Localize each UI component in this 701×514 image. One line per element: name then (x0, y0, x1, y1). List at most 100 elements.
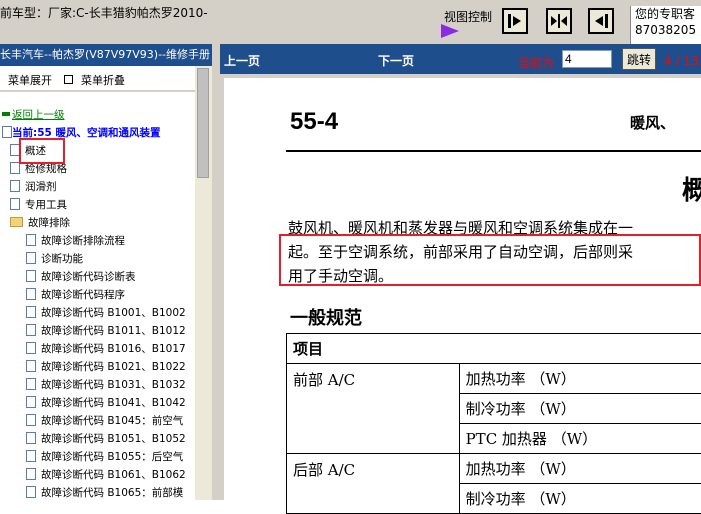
tree-item-label: 故障诊断代码 B1021、B1022 (41, 361, 186, 373)
tree-item[interactable]: 故障诊断代码 B1001、B1002 (26, 304, 186, 322)
current-page-label: 当前为 (518, 54, 554, 71)
tree-item-label: 故障排除 (28, 217, 70, 229)
tree-item[interactable]: 故障诊断代码 B1041、B1042 (26, 394, 186, 412)
tree-item-label: 诊断功能 (41, 253, 83, 265)
document-icon (26, 306, 36, 318)
tree-item-label: 检修规格 (25, 163, 67, 175)
document-icon (10, 180, 20, 192)
collapse-icon (64, 75, 73, 84)
tree-item[interactable]: 故障诊断代码 B1051、B1052 (26, 430, 186, 448)
document-icon (26, 288, 36, 300)
view-control-label: 视图控制 (444, 8, 492, 25)
tree-item[interactable]: 诊断功能 (26, 250, 83, 268)
split-arrows-icon (550, 13, 568, 29)
document-icon (26, 270, 36, 282)
page-count: 4 / 133 (664, 54, 701, 68)
document-icon (26, 324, 36, 336)
sidebar: 菜单展开 菜单折叠 返回上一级 当前:55 暖风、空调和通风装置 概述检修规格润… (0, 66, 195, 500)
document-icon (26, 432, 36, 444)
tree-item[interactable]: 专用工具 (10, 196, 67, 214)
page-number: 55-4 (290, 108, 338, 136)
spec-section-title: 一般规范 (290, 304, 362, 330)
document-page: 55-4 暖风、 概 鼓风机、暖风机和蒸发器与暖风和空调系统集成在一 起。至于空… (224, 78, 701, 508)
section-heading: 概 (682, 170, 701, 207)
table-cell: PTC 加热器 （W） (459, 424, 701, 454)
table-row: 后部 A/C 加热功率 （W） (287, 454, 701, 484)
tree-item[interactable]: 故障诊断代码 B1016、B1017 (26, 340, 186, 358)
tree-item[interactable]: 故障诊断代码 B1045：前空气 (26, 412, 183, 430)
document-icon (26, 414, 36, 426)
table-header-row: 项目 (287, 334, 701, 364)
menu-collapse-button[interactable]: 菜单折叠 (64, 72, 125, 88)
tree-item-label: 润滑剂 (25, 181, 57, 193)
tree-item[interactable]: 故障排除 (10, 214, 70, 232)
tree-item-label: 故障诊断代码诊断表 (41, 271, 136, 283)
contact-info: 您的专职客 87038205 (630, 6, 701, 44)
spec-table: 项目 前部 A/C 加热功率 （W） 制冷功率 （W） PTC 加热器 （W） … (286, 333, 701, 514)
tree-item-label: 故障诊断代码 B1031、B1032 (41, 379, 186, 391)
split-view-button[interactable] (546, 8, 572, 34)
tree-item[interactable]: 故障诊断代码 B1021、B1022 (26, 358, 186, 376)
panel-right-arrow-icon (507, 13, 523, 29)
document-icon (26, 342, 36, 354)
tree-item-label: 故障诊断代码 B1065：前部模 (41, 487, 183, 499)
header-rule (286, 150, 701, 152)
sidebar-header: 长丰汽车--帕杰罗(V87V97V93)--维修手册 (0, 44, 212, 66)
table-cell: 加热功率 （W） (459, 454, 701, 484)
document-icon (10, 198, 20, 210)
document-icon (26, 468, 36, 480)
contact-phone: 87038205 (635, 22, 701, 38)
document-icon (26, 396, 36, 408)
hide-sidebar-button[interactable] (588, 8, 614, 34)
tree-item-label: 故障诊断代码 B1045：前空气 (41, 415, 183, 427)
scrollbar-thumb[interactable] (197, 68, 209, 178)
document-icon (26, 486, 36, 498)
back-arrow-icon (2, 112, 10, 116)
menu-expand-button[interactable]: 菜单展开 (8, 72, 52, 88)
tree-item[interactable]: 故障诊断代码 B1061、B1062 (26, 466, 186, 484)
tree-item-label: 故障诊断排除流程 (41, 235, 125, 247)
jump-button[interactable]: 跳转 (622, 48, 656, 70)
tree-item[interactable]: 故障诊断代码诊断表 (26, 268, 136, 286)
tree-item[interactable]: 故障诊断排除流程 (26, 232, 125, 250)
tree-item-label: 故障诊断代码 B1041、B1042 (41, 397, 186, 409)
document-icon (26, 252, 36, 264)
document-icon (26, 360, 36, 372)
document-icon (26, 450, 36, 462)
sidebar-scrollbar[interactable] (195, 66, 212, 500)
chapter-title: 暖风、 (630, 112, 675, 133)
show-sidebar-button[interactable] (502, 8, 528, 34)
document-viewer: 55-4 暖风、 概 鼓风机、暖风机和蒸发器与暖风和空调系统集成在一 起。至于空… (220, 74, 701, 500)
tree-item-label: 故障诊断代码程序 (41, 289, 125, 301)
tree-item-label: 故障诊断代码 B1016、B1017 (41, 343, 186, 355)
next-page-link[interactable]: 下一页 (378, 52, 414, 69)
pane-splitter[interactable] (212, 44, 220, 500)
document-icon (2, 126, 12, 138)
vehicle-model-title: 前车型：厂家:C-长丰猎豹帕杰罗2010- (0, 4, 208, 21)
tree-item[interactable]: 故障诊断代码 B1031、B1032 (26, 376, 186, 394)
table-header-cell: 项目 (287, 334, 701, 364)
tree-item-label: 专用工具 (25, 199, 67, 211)
top-toolbar: 前车型：厂家:C-长丰猎豹帕杰罗2010- 视图控制 您的专职客 8703820… (0, 0, 701, 44)
tree-item[interactable]: 润滑剂 (10, 178, 57, 196)
tree-item[interactable]: 故障诊断代码 B1065：前部模 (26, 484, 183, 500)
tree-item-label: 故障诊断代码 B1001、B1002 (41, 307, 186, 319)
menu-collapse-label: 菜单折叠 (81, 74, 125, 87)
table-cell-group: 后部 A/C (287, 454, 460, 514)
play-arrow-icon (441, 24, 459, 38)
table-cell: 加热功率 （W） (459, 364, 701, 394)
table-row: 前部 A/C 加热功率 （W） (287, 364, 701, 394)
tree-item[interactable]: 故障诊断代码 B1011、B1012 (26, 322, 186, 340)
tree-item-label: 故障诊断代码 B1055：后空气 (41, 451, 183, 463)
folder-icon (10, 217, 23, 227)
page-number-input[interactable] (562, 50, 612, 68)
table-cell: 制冷功率 （W） (459, 394, 701, 424)
highlight-box-document (279, 234, 701, 286)
page-nav-bar: 上一页 下一页 当前为 跳转 4 / 133 (220, 44, 701, 74)
back-link[interactable]: 返回上一级 (2, 106, 65, 124)
tree-item-label: 故障诊断代码 B1051、B1052 (41, 433, 186, 445)
table-cell-group: 前部 A/C (287, 364, 460, 454)
prev-page-link[interactable]: 上一页 (224, 52, 260, 69)
tree-item[interactable]: 故障诊断代码程序 (26, 286, 125, 304)
tree-item[interactable]: 故障诊断代码 B1055：后空气 (26, 448, 183, 466)
